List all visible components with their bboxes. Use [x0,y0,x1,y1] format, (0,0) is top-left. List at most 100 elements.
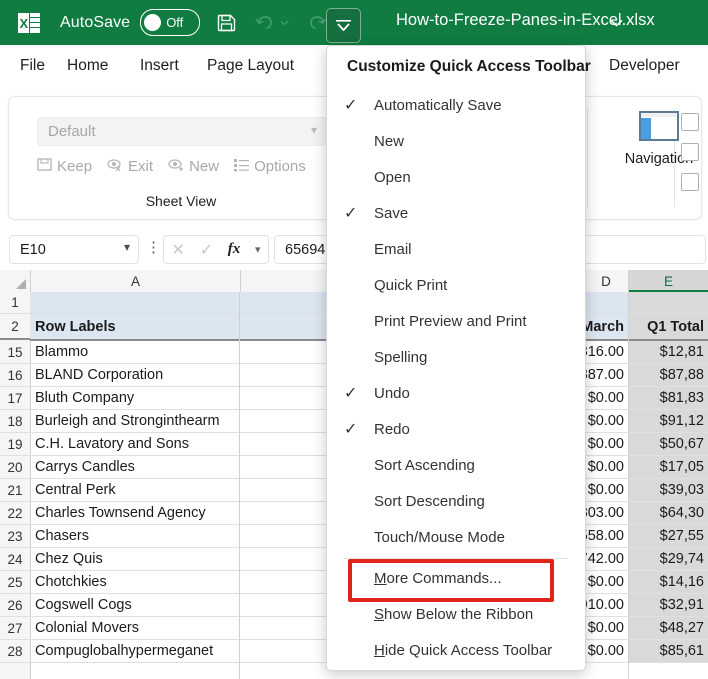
row-header-25[interactable]: 25 [0,571,30,594]
menu-item-touch-mouse-mode[interactable]: Touch/Mouse Mode [327,519,585,555]
enter-check-icon[interactable]: ✓ [200,240,213,260]
menu-item-spelling[interactable]: Spelling [327,339,585,375]
row-header-17[interactable]: 17 [0,387,30,410]
cell-a18[interactable]: Burleigh and Stronginthearm [30,410,239,432]
cell-e24[interactable]: $29,74 [629,548,708,570]
cancel-x-icon[interactable]: ✕ [171,240,184,260]
select-all-corner[interactable] [0,270,31,292]
check-icon: ✓ [344,205,358,222]
cell-e28[interactable]: $85,61 [629,640,708,662]
autosave-label: AutoSave [60,13,131,31]
row-header-18[interactable]: 18 [0,410,30,433]
chevron-down-icon[interactable]: ▾ [255,243,261,256]
menu-item-open[interactable]: Open [327,159,585,195]
tab-developer[interactable]: Developer [609,45,680,87]
window-option-icon-3[interactable] [681,173,699,191]
tab-page-layout[interactable]: Page Layout [207,45,294,87]
menu-item-show-below-the-ribbon[interactable]: Show Below the Ribbon [327,596,585,632]
name-box[interactable]: E10 ▾ [9,235,139,264]
tab-insert[interactable]: Insert [140,45,179,87]
cell-a15[interactable]: Blammo [30,341,239,363]
column-header-d[interactable]: D [584,270,629,292]
sheet-view-new-button[interactable]: New [168,158,219,176]
tab-home[interactable]: Home [67,45,108,87]
menu-item-new[interactable]: New [327,123,585,159]
cell-e19[interactable]: $50,67 [629,433,708,455]
cell-e2[interactable]: Q1 Total [629,314,708,339]
sheet-view-combo[interactable]: Default ▾ [37,117,327,146]
row-header-column: 1 2 15 16 17 18 19 20 21 22 23 24 25 26 … [0,292,31,679]
command-label: Options [254,158,306,175]
cell-a19[interactable]: C.H. Lavatory and Sons [30,433,239,455]
menu-item-quick-print[interactable]: Quick Print [327,267,585,303]
sheet-view-exit-button[interactable]: Exit [107,158,153,176]
row-header-2[interactable]: 2 [0,314,30,340]
cell-a25[interactable]: Chotchkies [30,571,239,593]
menu-item-email[interactable]: Email [327,231,585,267]
row-header-19[interactable]: 19 [0,433,30,456]
document-title-chevron-down-icon[interactable] [610,15,623,30]
window-option-icon-2[interactable] [681,143,699,161]
chevron-down-icon[interactable]: ▾ [124,240,130,254]
menu-item-save[interactable]: ✓ Save [327,195,585,231]
row-header-16[interactable]: 16 [0,364,30,387]
cell-e17[interactable]: $81,83 [629,387,708,409]
tab-file[interactable]: File [20,45,45,87]
cell-e1[interactable] [629,292,708,313]
cell-a16[interactable]: BLAND Corporation [30,364,239,386]
cell-e27[interactable]: $48,27 [629,617,708,639]
row-header-29[interactable] [0,663,30,679]
row-header-24[interactable]: 24 [0,548,30,571]
cell-a27[interactable]: Colonial Movers [30,617,239,639]
undo-chevron-down-icon [278,11,291,35]
row-header-22[interactable]: 22 [0,502,30,525]
cell-e23[interactable]: $27,55 [629,525,708,547]
chevron-down-icon[interactable]: ▾ [311,123,317,137]
cell-a1[interactable] [30,292,239,313]
cell-a22[interactable]: Charles Townsend Agency [30,502,239,524]
cell-e15[interactable]: $12,81 [629,341,708,363]
autosave-toggle[interactable]: Off [140,9,201,36]
row-header-20[interactable]: 20 [0,456,30,479]
fx-icon[interactable]: fx [228,241,241,258]
row-header-23[interactable]: 23 [0,525,30,548]
menu-item-more-commands[interactable]: More Commands... [327,560,585,596]
cell-a23[interactable]: Chasers [30,525,239,547]
cell-e16[interactable]: $87,88 [629,364,708,386]
sheet-view-options-button[interactable]: Options [234,158,306,176]
menu-item-print-preview-and-print[interactable]: Print Preview and Print [327,303,585,339]
menu-item-undo[interactable]: ✓ Undo [327,375,585,411]
column-header-a[interactable]: A [31,270,241,292]
cell-a2[interactable]: Row Labels [30,314,239,339]
cell-a28[interactable]: Compuglobalhypermeganet [30,640,239,662]
window-option-icon-1[interactable] [681,113,699,131]
cell-a24[interactable]: Chez Quis [30,548,239,570]
menu-item-hide-quick-access-toolbar[interactable]: Hide Quick Access Toolbar [327,632,585,668]
menu-item-automatically-save[interactable]: ✓ Automatically Save [327,87,585,123]
sheet-view-keep-button[interactable]: Keep [37,157,92,176]
cell-e21[interactable]: $39,03 [629,479,708,501]
row-header-1[interactable]: 1 [0,292,30,314]
cell-a26[interactable]: Cogswell Cogs [30,594,239,616]
cell-a17[interactable]: Bluth Company [30,387,239,409]
cell-a21[interactable]: Central Perk [30,479,239,501]
column-header-e[interactable]: E [629,270,708,292]
column-header-b[interactable] [241,270,332,292]
row-header-26[interactable]: 26 [0,594,30,617]
cell-e26[interactable]: $32,91 [629,594,708,616]
row-header-15[interactable]: 15 [0,341,30,364]
row-header-21[interactable]: 21 [0,479,30,502]
row-header-27[interactable]: 27 [0,617,30,640]
cell-e18[interactable]: $91,12 [629,410,708,432]
row-header-28[interactable]: 28 [0,640,30,663]
menu-item-redo[interactable]: ✓ Redo [327,411,585,447]
qat-customize-icon[interactable] [326,8,361,43]
save-icon[interactable] [214,11,238,35]
menu-item-sort-ascending[interactable]: Sort Ascending [327,447,585,483]
vertical-dots-icon[interactable]: ⋮ [146,240,161,255]
cell-e22[interactable]: $64,30 [629,502,708,524]
cell-e25[interactable]: $14,16 [629,571,708,593]
menu-item-sort-descending[interactable]: Sort Descending [327,483,585,519]
cell-a20[interactable]: Carrys Candles [30,456,239,478]
cell-e20[interactable]: $17,05 [629,456,708,478]
